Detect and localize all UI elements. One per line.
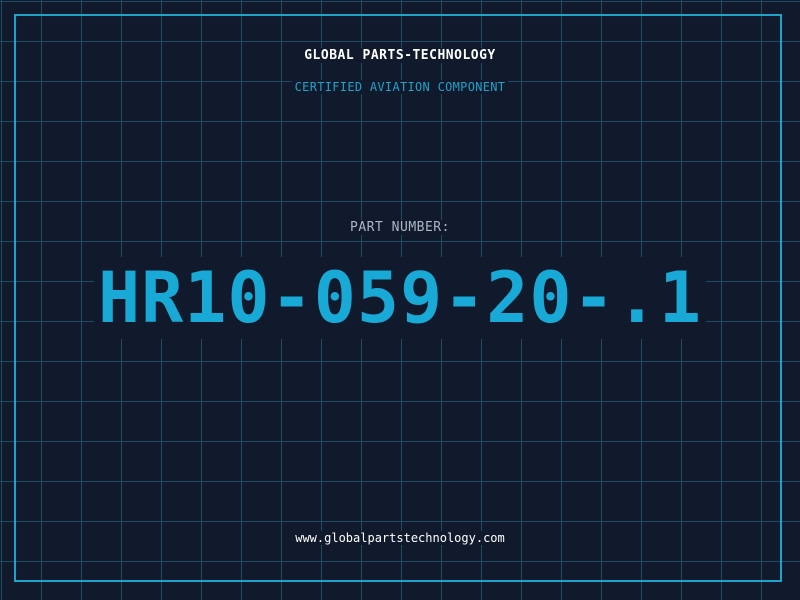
website-url: www.globalpartstechnology.com — [0, 531, 800, 545]
tagline-text: CERTIFIED AVIATION COMPONENT — [291, 80, 509, 94]
company-name: GLOBAL PARTS-TECHNOLOGY — [0, 48, 800, 63]
tagline: CERTIFIED AVIATION COMPONENT — [0, 80, 800, 94]
part-number-label: PART NUMBER: — [0, 220, 800, 235]
part-number-label-text: PART NUMBER: — [347, 220, 453, 235]
company-name-text: GLOBAL PARTS-TECHNOLOGY — [301, 48, 499, 63]
part-number-text: HR10-059-20-.1 — [93, 257, 706, 339]
website-url-text[interactable]: www.globalpartstechnology.com — [292, 531, 508, 545]
part-number: HR10-059-20-.1 — [0, 257, 800, 339]
